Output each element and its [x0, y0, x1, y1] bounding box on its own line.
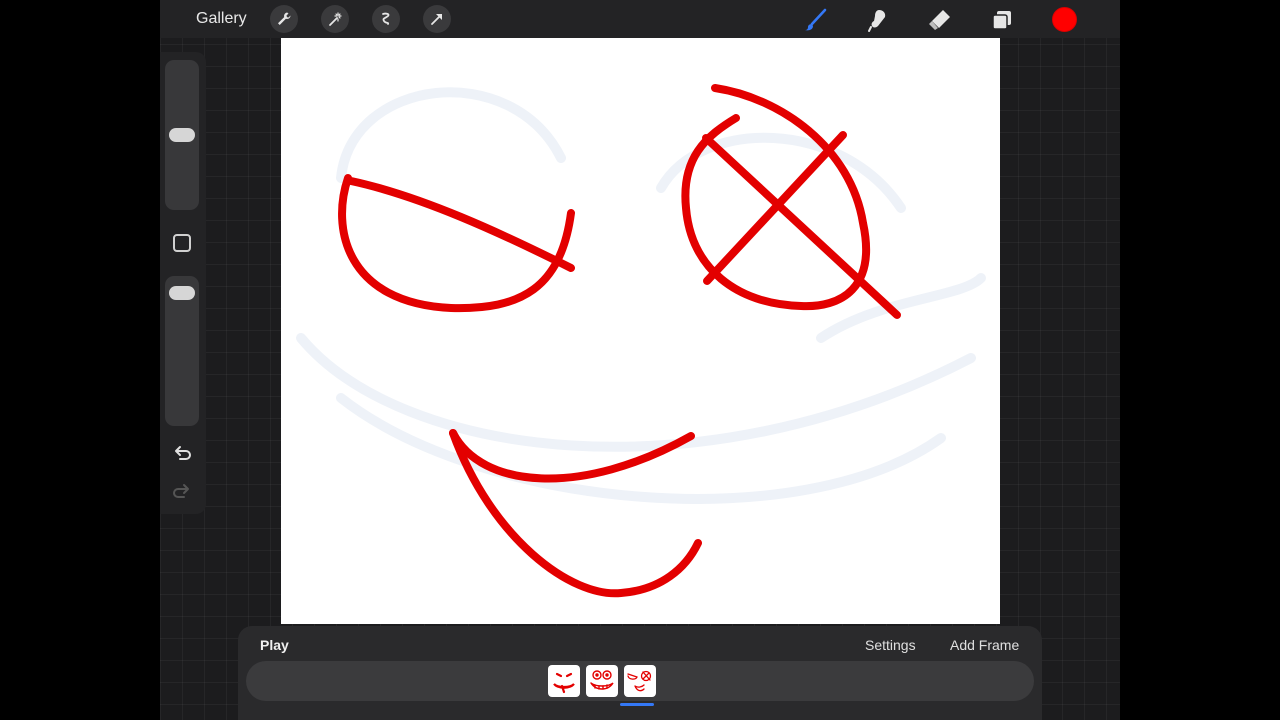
frame-3-preview	[627, 670, 652, 692]
transform-arrow-icon[interactable]	[423, 5, 451, 33]
brush-icon[interactable]	[802, 6, 830, 34]
settings-button[interactable]: Settings	[865, 637, 916, 653]
selection-icon[interactable]	[372, 5, 400, 33]
frame-timeline[interactable]	[246, 661, 1034, 701]
layers-icon[interactable]	[988, 6, 1016, 34]
left-eye-stroke	[338, 174, 575, 313]
smudge-icon[interactable]	[864, 6, 892, 34]
animation-assist-panel: Play Settings Add Frame	[238, 626, 1042, 720]
procreate-app: Gallery Play Settings Add Frame	[160, 0, 1120, 720]
mouth-lower-stroke	[449, 429, 702, 598]
eraser-icon[interactable]	[926, 6, 954, 34]
top-toolbar: Gallery	[160, 0, 1120, 38]
redo-icon[interactable]	[171, 481, 193, 503]
selected-frame-indicator	[620, 703, 654, 706]
brush-size-slider[interactable]	[165, 60, 199, 210]
canvas-artwork	[296, 84, 986, 598]
left-sidebar	[160, 52, 206, 514]
opacity-slider-knob[interactable]	[169, 286, 195, 301]
frame-thumbnail[interactable]	[548, 665, 580, 697]
color-picker-button[interactable]	[1052, 7, 1077, 32]
frame-thumbnail[interactable]	[586, 665, 618, 697]
undo-icon[interactable]	[171, 443, 193, 465]
gallery-button[interactable]: Gallery	[196, 10, 247, 28]
frame-thumbnail[interactable]	[624, 665, 656, 697]
adjustments-magic-wand-icon[interactable]	[321, 5, 349, 33]
brush-size-slider-knob[interactable]	[169, 128, 195, 142]
actions-wrench-icon[interactable]	[270, 5, 298, 33]
add-frame-button[interactable]: Add Frame	[950, 637, 1019, 653]
modify-button[interactable]	[173, 234, 191, 252]
drawing-canvas[interactable]	[281, 38, 1000, 624]
frame-2-preview	[590, 670, 614, 690]
play-button[interactable]: Play	[260, 637, 289, 653]
frame-1-preview	[553, 672, 575, 694]
opacity-slider[interactable]	[165, 276, 199, 426]
